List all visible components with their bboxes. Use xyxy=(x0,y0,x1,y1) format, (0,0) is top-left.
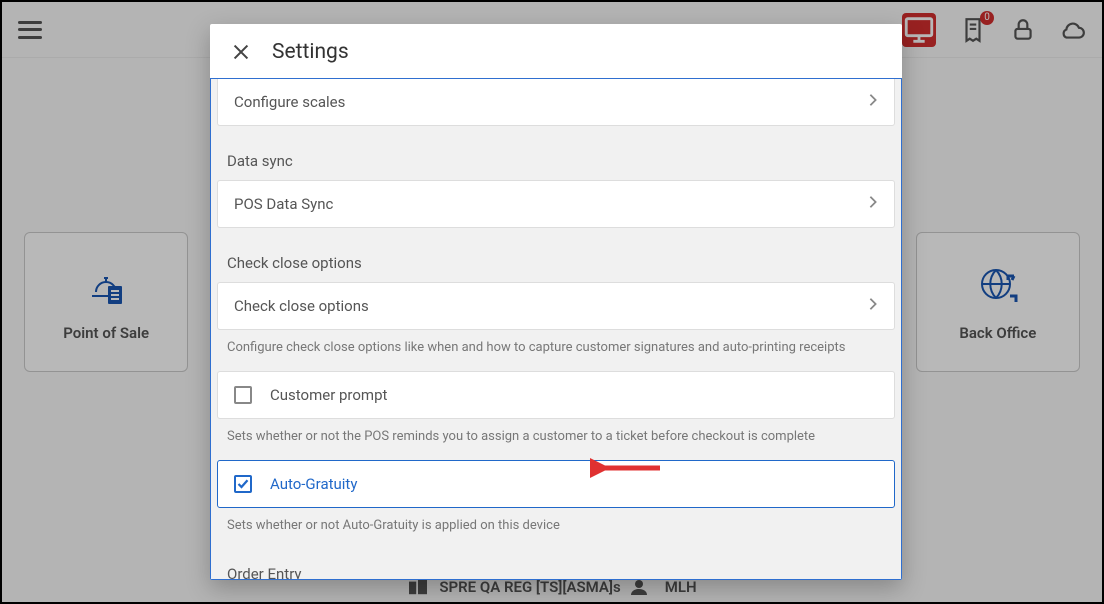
checkbox-unchecked-icon[interactable] xyxy=(234,386,252,404)
row-configure-scales[interactable]: Configure scales xyxy=(217,79,895,126)
helper-check-close: Configure check close options like when … xyxy=(211,330,901,371)
helper-auto-gratuity: Sets whether or not Auto-Gratuity is app… xyxy=(211,508,901,549)
settings-modal: Settings Configure scales Data sync POS … xyxy=(210,24,902,580)
chevron-right-icon xyxy=(868,195,878,213)
modal-title: Settings xyxy=(272,40,349,64)
row-label: Auto-Gratuity xyxy=(270,475,357,493)
helper-customer-prompt: Sets whether or not the POS reminds you … xyxy=(211,419,901,460)
close-icon[interactable] xyxy=(230,41,252,63)
row-pos-data-sync[interactable]: POS Data Sync xyxy=(217,180,895,228)
row-customer-prompt[interactable]: Customer prompt xyxy=(217,371,895,419)
modal-header: Settings xyxy=(210,24,902,78)
chevron-right-icon xyxy=(868,93,878,111)
section-data-sync: Data sync xyxy=(211,136,901,180)
section-check-close: Check close options xyxy=(211,238,901,282)
modal-body[interactable]: Configure scales Data sync POS Data Sync… xyxy=(210,78,902,580)
row-label: Configure scales xyxy=(234,93,345,111)
chevron-right-icon xyxy=(868,297,878,315)
section-order-entry: Order Entry xyxy=(211,549,901,580)
row-auto-gratuity[interactable]: Auto-Gratuity xyxy=(217,460,895,508)
row-label: POS Data Sync xyxy=(234,195,333,213)
row-check-close-options[interactable]: Check close options xyxy=(217,282,895,330)
row-label: Customer prompt xyxy=(270,386,387,404)
checkbox-checked-icon[interactable] xyxy=(234,475,252,493)
row-label: Check close options xyxy=(234,297,369,315)
